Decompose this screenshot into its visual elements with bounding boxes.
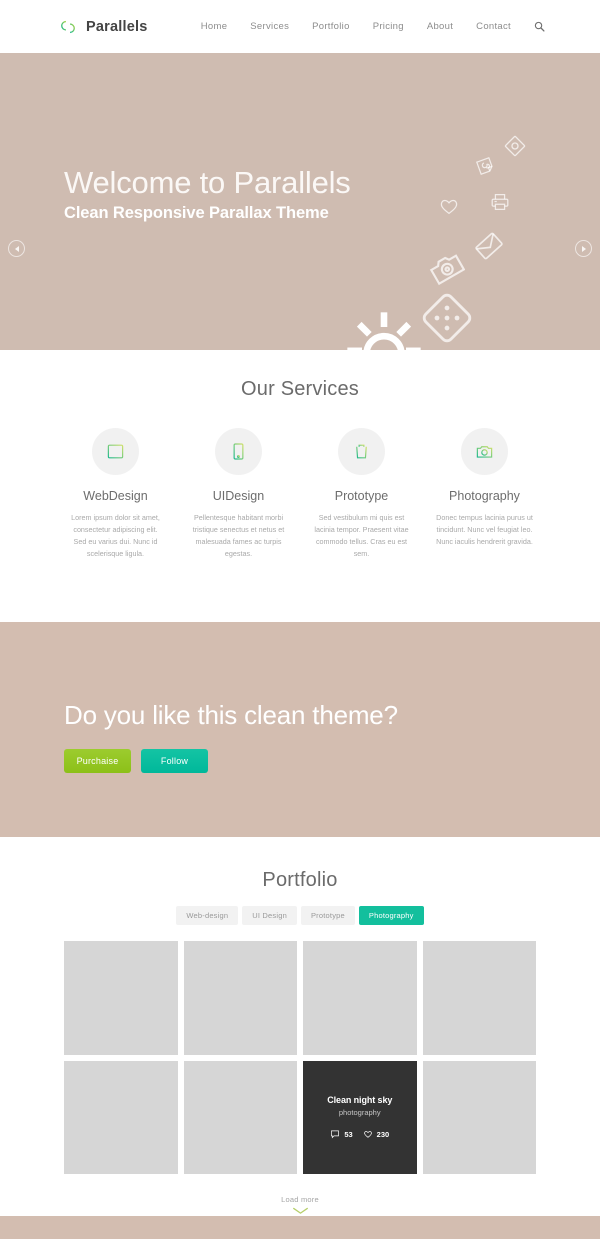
cta-section: Do you like this clean theme? Purchaise … xyxy=(0,622,600,837)
camera-icon xyxy=(476,446,493,458)
hero-title: Welcome to Parallels xyxy=(64,165,351,200)
brand-name: Parallels xyxy=(86,18,148,35)
heart-icon xyxy=(363,1131,372,1139)
portfolio-grid: Clean night sky photography 53 230 xyxy=(0,941,600,1174)
like-stat[interactable]: 230 xyxy=(363,1129,390,1139)
portfolio-tile[interactable] xyxy=(303,941,417,1055)
hero-text: Welcome to Parallels Clean Responsive Pa… xyxy=(64,165,351,223)
comment-count: 53 xyxy=(344,1129,353,1139)
heart-icon xyxy=(440,199,458,215)
chevron-down-icon[interactable] xyxy=(292,1207,309,1215)
interlocking-rings-logo xyxy=(61,20,75,33)
service-description: Lorem ipsum dolor sit amet, consectetur … xyxy=(71,513,160,558)
service-description: Donec tempus lacinia purus ut tincidunt.… xyxy=(436,513,533,546)
portfolio-item-stats: 53 230 xyxy=(330,1129,389,1139)
nav-item-contact[interactable]: Contact xyxy=(476,21,511,32)
cta-title: Do you like this clean theme? xyxy=(64,700,398,730)
portfolio-filters: Web-design UI Design Prototype Photograp… xyxy=(0,906,600,925)
service-icon-wrap xyxy=(215,428,262,475)
filter-photography[interactable]: Photography xyxy=(358,906,424,925)
services-title: Our Services xyxy=(241,378,359,400)
dice-diamond-icon xyxy=(422,293,472,343)
service-name: Photography xyxy=(449,489,520,503)
service-card-uidesign[interactable]: UIDesign Pellentesque habitant morbi tri… xyxy=(177,428,300,560)
hero-banner: Welcome to Parallels Clean Responsive Pa… xyxy=(0,53,600,350)
spiral-sticker-icon xyxy=(475,156,493,176)
nav-item-home[interactable]: Home xyxy=(201,21,228,32)
brand[interactable]: Parallels xyxy=(58,17,147,37)
like-count: 230 xyxy=(376,1129,390,1139)
nav-item-about[interactable]: About xyxy=(427,21,453,32)
portfolio-section: Portfolio Web-design UI Design Prototype… xyxy=(0,837,600,1216)
chevron-left-icon xyxy=(14,245,19,252)
envelope-icon xyxy=(475,232,503,260)
portfolio-tile-active[interactable]: Clean night sky photography 53 230 xyxy=(303,1060,417,1174)
service-name: WebDesign xyxy=(83,489,148,503)
filter-ui-design[interactable]: UI Design xyxy=(242,906,297,925)
service-description: Sed vestibulum mi quis est lacinia tempo… xyxy=(314,513,409,558)
diamond-photo-icon xyxy=(504,135,526,157)
filter-web-design[interactable]: Web-design xyxy=(176,906,239,925)
filter-prototype[interactable]: Prototype xyxy=(300,906,355,925)
portfolio-tile[interactable] xyxy=(64,941,178,1055)
comment-icon xyxy=(331,1130,340,1139)
portfolio-tile[interactable] xyxy=(64,1060,178,1174)
nav-item-pricing[interactable]: Pricing xyxy=(373,21,404,32)
map-pin-photo-icon xyxy=(429,254,465,286)
comment-stat[interactable]: 53 xyxy=(330,1129,353,1139)
portfolio-tile[interactable] xyxy=(183,941,297,1055)
services-section: Our Services WebDesign Lorem ipsum dolor… xyxy=(0,350,600,622)
nav-item-portfolio[interactable]: Portfolio xyxy=(312,21,350,32)
hero-subtitle: Clean Responsive Parallax Theme xyxy=(64,204,329,223)
service-card-photography[interactable]: Photography Donec tempus lacinia purus u… xyxy=(423,428,546,560)
page-root: Parallels Home Services Portfolio Pricin… xyxy=(0,0,600,1239)
main-nav: Home Services Portfolio Pricing About Co… xyxy=(201,21,545,32)
service-icon-wrap xyxy=(461,428,508,475)
load-more[interactable]: Load more xyxy=(0,1195,600,1215)
browser-window-icon xyxy=(107,444,124,459)
services-grid: WebDesign Lorem ipsum dolor sit amet, co… xyxy=(0,428,600,560)
carousel-next-button[interactable] xyxy=(575,240,592,257)
follow-button[interactable]: Follow xyxy=(141,749,208,773)
portfolio-item-category: photography xyxy=(338,1108,381,1118)
service-icon-wrap xyxy=(92,428,139,475)
portfolio-tile[interactable] xyxy=(183,1060,297,1174)
service-card-prototype[interactable]: Prototype Sed vestibulum mi quis est lac… xyxy=(300,428,423,560)
mobile-phone-icon xyxy=(233,443,244,460)
footer-strip xyxy=(0,1216,600,1239)
printer-icon xyxy=(491,194,509,210)
portfolio-tile-overlay: Clean night sky photography 53 230 xyxy=(303,1060,417,1174)
portfolio-tile[interactable] xyxy=(422,1060,536,1174)
service-name: Prototype xyxy=(334,489,389,503)
search-icon[interactable] xyxy=(534,21,545,32)
site-header: Parallels Home Services Portfolio Pricin… xyxy=(0,0,600,53)
portfolio-item-title: Clean night sky xyxy=(327,1095,393,1106)
portfolio-title: Portfolio xyxy=(262,869,338,891)
portfolio-tile[interactable] xyxy=(422,941,536,1055)
purchase-button[interactable]: Purchaise xyxy=(64,749,131,773)
cta-buttons: Purchaise Follow xyxy=(64,749,208,773)
trash-bin-icon xyxy=(355,444,368,459)
service-icon-wrap xyxy=(338,428,385,475)
carousel-prev-button[interactable] xyxy=(8,240,25,257)
sun-brightness-icon xyxy=(347,312,421,350)
service-card-webdesign[interactable]: WebDesign Lorem ipsum dolor sit amet, co… xyxy=(54,428,177,560)
chevron-right-icon xyxy=(581,245,586,252)
service-description: Pellentesque habitant morbi tristique se… xyxy=(192,513,285,558)
service-name: UIDesign xyxy=(212,489,265,503)
nav-item-services[interactable]: Services xyxy=(250,21,289,32)
